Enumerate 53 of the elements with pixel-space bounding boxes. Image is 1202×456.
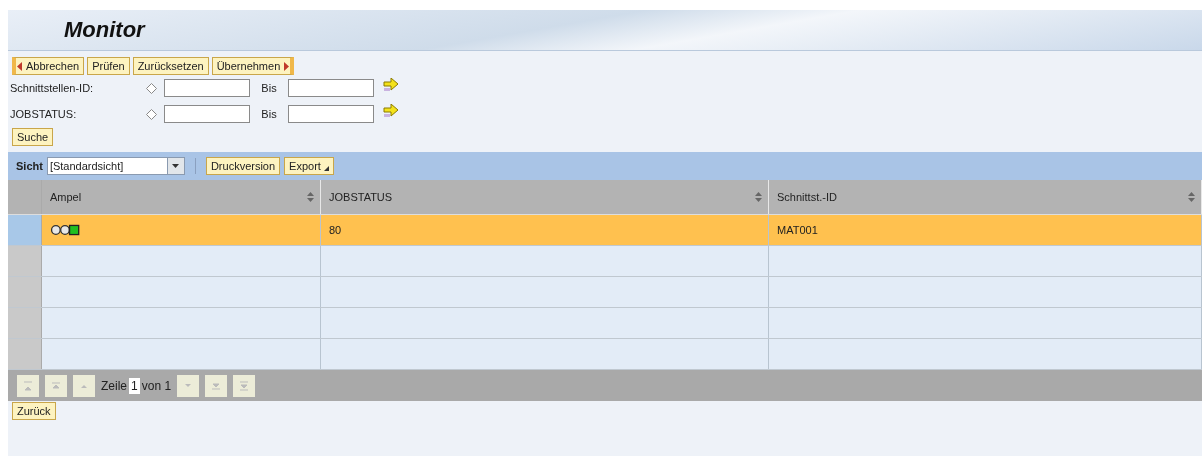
row-selector[interactable] — [8, 246, 42, 276]
pager-button[interactable] — [73, 374, 95, 397]
pager-label: von 1 — [141, 378, 172, 393]
pager-button[interactable] — [233, 374, 256, 397]
field-label: Bis — [260, 82, 278, 94]
input-field[interactable] — [164, 79, 250, 97]
row-selector[interactable] — [8, 277, 42, 307]
page-title: Monitor — [64, 17, 145, 43]
table-cell: 80 — [321, 215, 769, 245]
toolbar-button[interactable]: Export — [284, 157, 334, 175]
pager-button[interactable] — [205, 374, 228, 397]
pager-button[interactable] — [177, 374, 200, 397]
pager-button[interactable] — [17, 374, 39, 397]
pager-button[interactable] — [45, 374, 67, 397]
page-down-icon — [211, 380, 222, 391]
search-button[interactable]: Suche — [12, 128, 54, 146]
back-button[interactable]: Zurück — [12, 402, 56, 420]
toolbar-button[interactable]: Prüfen — [87, 57, 130, 75]
left-arrow-icon — [17, 61, 23, 71]
row-selector[interactable] — [8, 339, 42, 369]
dropdown-button[interactable] — [166, 158, 184, 174]
field-label: Schnittstellen-ID: — [10, 82, 95, 94]
sort-icon — [307, 192, 314, 202]
toolbar-button[interactable]: Abbrechen — [12, 57, 85, 75]
diamond-icon — [146, 108, 157, 120]
first-page-icon — [23, 380, 33, 391]
toolbar-button[interactable]: Übernehmen — [211, 57, 295, 75]
column-header[interactable]: Schnittst.-ID — [769, 180, 1202, 214]
last-page-icon — [239, 380, 250, 391]
input-field[interactable] — [288, 79, 374, 97]
row-selector[interactable] — [8, 215, 42, 245]
right-arrow-icon — [283, 61, 290, 71]
page-field[interactable]: 1 — [129, 377, 140, 394]
column-header[interactable]: Ampel — [42, 180, 321, 214]
toolbar-button[interactable]: Druckversion — [205, 157, 281, 175]
view-dropdown[interactable]: [Standardsicht] — [46, 157, 185, 175]
toolbar-button[interactable]: Zurücksetzen — [132, 57, 209, 75]
view-label: Sicht — [16, 160, 43, 172]
table-cell: MAT001 — [769, 215, 1202, 245]
column-header[interactable]: JOBSTATUS — [321, 180, 769, 214]
sort-icon — [1188, 192, 1195, 202]
field-label: Bis — [260, 108, 278, 120]
pager-label: Zeile — [101, 378, 127, 393]
input-field[interactable] — [288, 105, 374, 123]
diamond-icon — [146, 82, 157, 94]
arrow-icon[interactable] — [383, 78, 399, 92]
arrow-icon[interactable] — [383, 104, 399, 118]
row-selector[interactable] — [8, 308, 42, 338]
sort-icon — [755, 192, 762, 202]
field-label: JOBSTATUS: — [10, 108, 78, 120]
input-field[interactable] — [164, 105, 250, 123]
page-up-icon — [51, 380, 61, 391]
caret-icon — [172, 164, 180, 168]
